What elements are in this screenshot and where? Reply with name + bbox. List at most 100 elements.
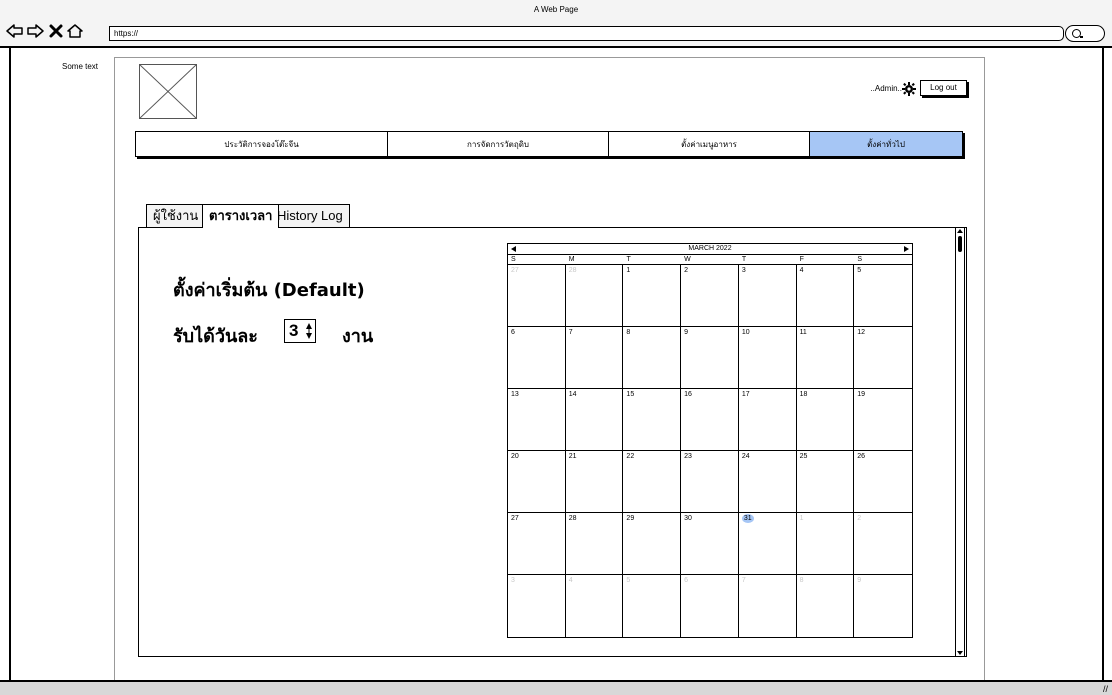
calendar-day-cell[interactable]: 5: [623, 575, 682, 637]
calendar-day-cell[interactable]: 16: [681, 389, 739, 451]
close-x-icon[interactable]: [47, 23, 65, 39]
nav-item-booking-history[interactable]: ประวัติการจองโต๊ะจีน: [136, 132, 388, 156]
nav-item-menu-settings[interactable]: ตั้งค่าเมนูอาหาร: [609, 132, 810, 156]
calendar-day-number: 6: [684, 577, 689, 584]
calendar-day-number: 6: [511, 329, 515, 336]
window-right-border: [1102, 48, 1104, 682]
calendar-day-cell[interactable]: 8: [623, 327, 682, 389]
calendar-day-number: 18: [799, 391, 808, 398]
browser-status-bar: //: [0, 680, 1112, 695]
side-text: Some text: [62, 62, 99, 71]
calendar-day-cell[interactable]: 4: [566, 575, 624, 637]
calendar-day-cell[interactable]: 8: [797, 575, 855, 637]
calendar-day-cell[interactable]: 3: [738, 265, 797, 327]
calendar-day-cell[interactable]: 30: [681, 513, 739, 575]
calendar-day-cell[interactable]: 1: [796, 513, 855, 575]
calendar-day-number: 3: [741, 267, 746, 274]
calendar-day-cell[interactable]: 15: [623, 389, 682, 451]
calendar-day-number: 8: [799, 577, 804, 584]
calendar-day-cell-today[interactable]: 31: [738, 513, 797, 575]
calendar-day-cell[interactable]: 3: [508, 575, 566, 637]
calendar-day-number: 16: [684, 391, 692, 398]
calendar-next-month-icon[interactable]: [904, 246, 909, 252]
calendar-day-cell[interactable]: 23: [681, 451, 739, 513]
weekday-label: T: [626, 256, 631, 263]
calendar-day-cell[interactable]: 7: [739, 575, 797, 637]
jobs-per-day-stepper[interactable]: 3: [284, 319, 316, 343]
scroll-thumb[interactable]: [958, 236, 962, 252]
calendar-day-cell[interactable]: 5: [854, 265, 912, 327]
calendar-day-cell[interactable]: 28: [565, 265, 624, 327]
calendar-day-cell[interactable]: 7: [565, 327, 624, 389]
calendar-day-cell[interactable]: 27: [508, 265, 566, 327]
logout-button[interactable]: Log out: [920, 80, 967, 96]
calendar-day-cell[interactable]: 6: [681, 575, 739, 637]
calendar-day-cell[interactable]: 2: [854, 513, 912, 575]
window-left-border: [9, 48, 11, 682]
browser-toolbar: A Web Page https://: [0, 0, 1112, 48]
calendar-day-number: 27: [511, 267, 519, 274]
forward-arrow-icon[interactable]: [26, 23, 44, 39]
calendar-day-cell[interactable]: 11: [796, 327, 855, 389]
nav-item-general-settings[interactable]: ตั้งค่าทั่วไป: [810, 132, 962, 156]
scroll-down-icon[interactable]: [957, 651, 963, 655]
calendar-day-cell[interactable]: 13: [508, 389, 566, 451]
calendar-day-cell[interactable]: 20: [508, 451, 566, 513]
calendar-day-number: 14: [568, 391, 577, 398]
scroll-up-icon[interactable]: [957, 229, 963, 233]
calendar-day-number: 29: [626, 515, 635, 522]
calendar-day-cell[interactable]: 19: [854, 389, 912, 451]
calendar-day-cell[interactable]: 1: [623, 265, 682, 327]
calendar-day-cell[interactable]: 29: [623, 513, 682, 575]
calendar-day-number: 9: [684, 329, 689, 336]
tab-schedule[interactable]: ตารางเวลา: [202, 204, 280, 228]
calendar: MARCH 2022 S M T W T F S 27 28 1 2 3 4 5 6 7 8 9 10…: [507, 243, 913, 638]
calendar-day-number: 1: [799, 515, 804, 522]
per-day-label: รับได้วันละ: [173, 326, 258, 347]
calendar-day-cell[interactable]: 14: [565, 389, 624, 451]
calendar-day-number: 20: [511, 453, 519, 460]
calendar-day-cell[interactable]: 26: [854, 451, 912, 513]
calendar-month-label: MARCH 2022: [688, 245, 732, 252]
nav-item-ingredients[interactable]: การจัดการวัตถุดิบ: [388, 132, 609, 156]
top-nav: ประวัติการจองโต๊ะจีน การจัดการวัตถุดิบ ต…: [135, 131, 963, 157]
calendar-day-cell[interactable]: 4: [796, 265, 855, 327]
gear-icon[interactable]: [902, 82, 916, 96]
calendar-day-number: 2: [857, 515, 862, 522]
search-button[interactable]: [1065, 25, 1105, 42]
home-icon[interactable]: [66, 23, 84, 39]
calendar-day-number: 7: [741, 577, 746, 584]
tab-history-log[interactable]: History Log: [270, 204, 350, 228]
calendar-day-cell[interactable]: 24: [738, 451, 797, 513]
weekday-label: M: [568, 256, 575, 263]
calendar-day-cell[interactable]: 9: [854, 575, 912, 637]
calendar-day-cell[interactable]: 17: [738, 389, 797, 451]
search-icon: [1072, 29, 1083, 38]
calendar-day-number: 4: [799, 267, 804, 274]
calendar-day-cell[interactable]: 6: [508, 327, 566, 389]
calendar-day-cell[interactable]: 22: [623, 451, 682, 513]
calendar-day-number: 28: [568, 515, 577, 522]
admin-user-label: ..Admin..: [870, 84, 902, 93]
calendar-day-number: 7: [568, 329, 573, 336]
calendar-day-cell[interactable]: 28: [565, 513, 624, 575]
calendar-day-number: 5: [626, 577, 631, 584]
calendar-day-number: 4: [568, 577, 573, 584]
calendar-day-number: 9: [857, 577, 862, 584]
calendar-day-cell[interactable]: 27: [508, 513, 566, 575]
calendar-day-cell[interactable]: 21: [565, 451, 624, 513]
resize-grip-icon[interactable]: //: [1103, 684, 1108, 694]
calendar-day-cell[interactable]: 2: [681, 265, 739, 327]
stepper-arrows-icon[interactable]: [305, 322, 313, 340]
calendar-day-number: 25: [799, 453, 808, 460]
calendar-day-cell[interactable]: 10: [738, 327, 797, 389]
url-input[interactable]: https://: [109, 26, 1064, 41]
tab-users[interactable]: ผู้ใช้งาน: [146, 204, 206, 228]
calendar-day-cell[interactable]: 25: [796, 451, 855, 513]
calendar-day-cell[interactable]: 18: [796, 389, 855, 451]
vertical-scrollbar[interactable]: [955, 227, 965, 657]
calendar-prev-month-icon[interactable]: [511, 246, 516, 252]
back-arrow-icon[interactable]: [6, 23, 24, 39]
calendar-day-cell[interactable]: 12: [854, 327, 912, 389]
calendar-day-cell[interactable]: 9: [681, 327, 739, 389]
